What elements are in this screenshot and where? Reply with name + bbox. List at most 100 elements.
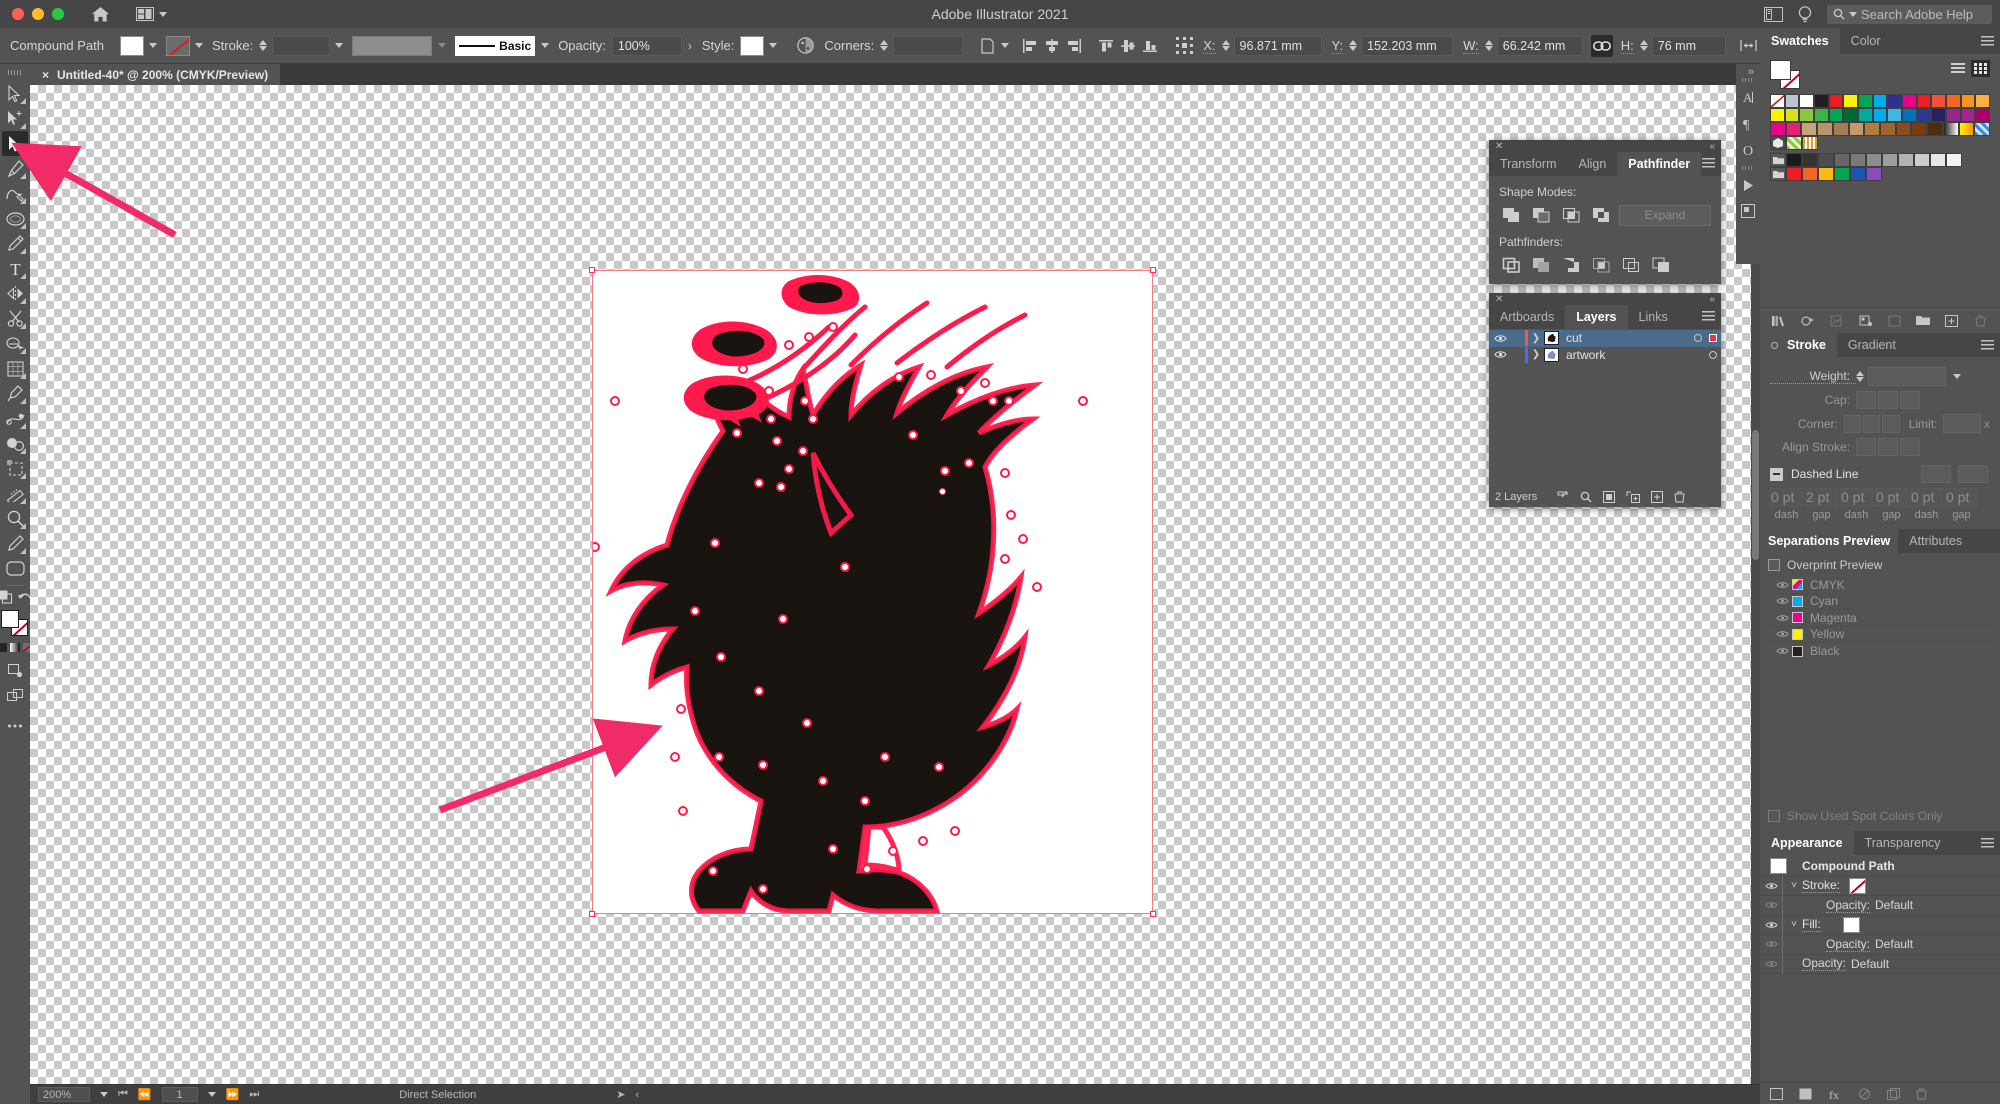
layer-name-cut[interactable]: cut	[1566, 331, 1582, 345]
opacity-chevron-right-icon[interactable]: ›	[688, 39, 692, 53]
align-right-icon[interactable]	[1063, 35, 1085, 57]
sidebar-item-rounded-rect-tool[interactable]	[2, 556, 28, 581]
swatch-bright-yellow[interactable]	[1818, 167, 1834, 181]
pathfinders-row[interactable]	[1499, 254, 1711, 276]
tools-panel-grip[interactable]	[8, 70, 22, 75]
workspace-switcher-icon[interactable]	[1764, 6, 1783, 22]
appearance-stroke-row[interactable]: ˅ Stroke:	[1760, 876, 2000, 896]
swatch-navy[interactable]	[1931, 108, 1947, 122]
swatch-green[interactable]	[1858, 94, 1873, 108]
swatch-brown4[interactable]	[1911, 122, 1928, 136]
fill-swatch-button[interactable]	[120, 35, 144, 56]
trim-button[interactable]	[1529, 254, 1553, 276]
swatch-skyblue[interactable]	[1887, 108, 1903, 122]
swatch-cyan2[interactable]	[1872, 108, 1888, 122]
transform-each-icon[interactable]	[977, 35, 999, 57]
zoom-level-input[interactable]: 200%	[38, 1087, 90, 1102]
eye-icon[interactable]	[1772, 581, 1792, 589]
swatch-brown2[interactable]	[1880, 122, 1896, 136]
corners-stepper[interactable]	[880, 40, 889, 51]
ink-row-cyan[interactable]: Cyan	[1768, 594, 1992, 610]
tab-transparency[interactable]: Transparency	[1854, 831, 1952, 855]
swatch-purple[interactable]	[1946, 108, 1961, 122]
appearance-panel-toolbar[interactable]: fx	[1760, 1082, 2000, 1104]
locate-object-icon[interactable]	[1580, 491, 1592, 503]
divide-button[interactable]	[1499, 254, 1523, 276]
character-panel-icon[interactable]: A	[1736, 84, 1760, 110]
stray-anchor-point[interactable]	[939, 488, 946, 495]
pathfinder-tab-row[interactable]: Transform Align Pathfinder	[1489, 152, 1721, 176]
ink-row-cmyk[interactable]: CMYK	[1768, 577, 1992, 594]
delete-swatch-icon[interactable]	[1973, 313, 1988, 329]
expand-button[interactable]: Expand	[1619, 204, 1711, 226]
swatch-bright-purple[interactable]	[1866, 167, 1882, 181]
minus-back-button[interactable]	[1649, 254, 1673, 276]
mini-dock-grip-2[interactable]	[1742, 166, 1754, 170]
swatches-tab-row[interactable]: Swatches Color	[1760, 28, 2000, 54]
swatch-grid[interactable]	[1760, 90, 2000, 181]
swatch-tan4[interactable]	[1848, 122, 1865, 136]
swatch-brown3[interactable]	[1895, 122, 1912, 136]
new-swatch-folder-icon[interactable]	[1916, 313, 1931, 329]
sidebar-item-shape-builder-tool[interactable]	[2, 331, 28, 356]
graphic-style-swatch[interactable]	[740, 35, 765, 56]
stroke-weight-chevron-down-icon[interactable]	[335, 43, 344, 48]
fill-chevron-down-icon[interactable]	[149, 43, 157, 48]
last-artboard-icon[interactable]: ⏭	[249, 1088, 259, 1101]
create-new-layer-icon[interactable]	[1651, 491, 1664, 503]
ink-row-yellow[interactable]: Yellow	[1768, 627, 1992, 643]
swatch-darkgreen[interactable]	[1843, 108, 1859, 122]
swatch-bright-blue[interactable]	[1850, 167, 1866, 181]
stroke-weight-row[interactable]: Weight:	[1770, 367, 1990, 386]
tab-attributes[interactable]: Attributes	[1898, 529, 1973, 553]
sidebar-item-blend-tool[interactable]	[2, 406, 28, 431]
tab-artboards[interactable]: Artboards	[1489, 305, 1565, 329]
fill-swatch-preview[interactable]	[1770, 60, 1791, 80]
shape-modes-row[interactable]: Expand	[1499, 204, 1711, 226]
delete-selection-icon[interactable]	[1674, 491, 1685, 503]
collapse-icon[interactable]: «	[1709, 294, 1715, 305]
swatch-pattern-leaves[interactable]	[1786, 136, 1802, 150]
color-mode-icon[interactable]	[0, 643, 7, 652]
swatch-magenta[interactable]	[1902, 94, 1917, 108]
swatch-yellow[interactable]	[1843, 94, 1859, 108]
align-center-horizontal-icon[interactable]	[1041, 35, 1063, 57]
tab-layers[interactable]: Layers	[1565, 305, 1628, 329]
weight-input[interactable]	[1868, 367, 1946, 386]
target-indicator[interactable]	[1694, 334, 1702, 343]
sidebar-item-scissors-tool[interactable]	[2, 306, 28, 331]
width-profile-chevron-down-icon[interactable]	[438, 43, 447, 48]
dash-field-1[interactable]: 0 pt	[1770, 488, 1803, 507]
tab-swatches[interactable]: Swatches	[1760, 28, 1840, 54]
swatch-pattern-confetti[interactable]	[1802, 136, 1818, 150]
crop-button[interactable]	[1589, 254, 1613, 276]
appearance-stroke-opacity-row[interactable]: Opacity: Default	[1760, 895, 2000, 916]
eye-icon[interactable]	[1760, 921, 1782, 929]
appearance-fill-opacity-row[interactable]: Opacity: Default	[1760, 934, 2000, 955]
sidebar-item-zoom-tool[interactable]	[2, 506, 28, 531]
swatch-gray-60[interactable]	[1850, 153, 1866, 167]
swatches-fill-stroke-indicator[interactable]	[1770, 60, 1802, 90]
document-tab[interactable]: × Untitled-40* @ 200% (CMYK/Preview)	[30, 64, 281, 85]
minus-front-button[interactable]	[1529, 204, 1553, 226]
swatch-gradient-yo[interactable]	[1958, 122, 1975, 136]
swatch-blue1[interactable]	[1902, 108, 1917, 122]
dashed-line-row[interactable]: Dashed Line	[1770, 465, 1990, 483]
align-top-icon[interactable]	[1095, 35, 1117, 57]
bbox-handle-tr[interactable]	[1150, 267, 1156, 273]
swatch-gray-30[interactable]	[1898, 153, 1914, 167]
sidebar-item-symbol-sprayer-tool[interactable]	[2, 431, 28, 456]
swatch-red[interactable]	[1828, 94, 1844, 108]
clear-appearance-icon[interactable]	[1858, 1088, 1871, 1100]
swatch-gray-20[interactable]	[1914, 153, 1930, 167]
unite-button[interactable]	[1499, 204, 1523, 226]
color-group-grays-folder-icon[interactable]	[1770, 153, 1786, 167]
chevron-down-icon[interactable]: ˅	[1786, 880, 1802, 891]
target-indicator[interactable]	[1709, 350, 1717, 359]
collapse-icon[interactable]: «	[1709, 141, 1715, 152]
eye-icon[interactable]	[1772, 614, 1792, 622]
selection-indicator[interactable]	[1709, 334, 1717, 343]
butt-cap-button[interactable]	[1856, 391, 1876, 409]
height-input[interactable]: 76 mm	[1651, 35, 1726, 56]
sidebar-item-slice-tool[interactable]	[2, 531, 28, 556]
